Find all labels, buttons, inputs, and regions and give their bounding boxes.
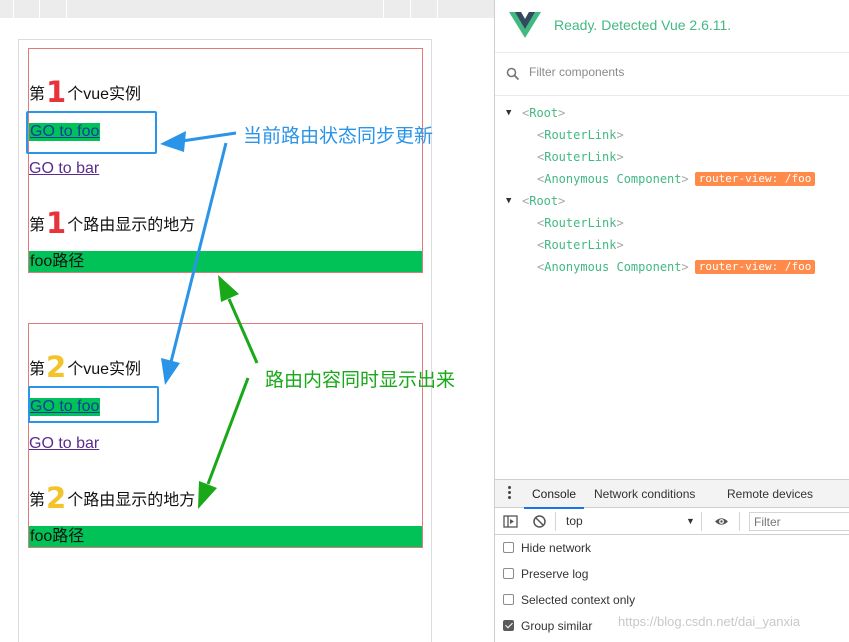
filter-components-input[interactable] (529, 65, 829, 79)
checkbox[interactable] (503, 568, 514, 579)
instance-heading: 第2个vue实例 (29, 350, 142, 384)
search-icon (506, 67, 520, 81)
option-preserve-log[interactable]: Preserve log (503, 564, 588, 584)
more-options-icon[interactable] (507, 486, 513, 502)
devtools-panel: Ready. Detected Vue 2.6.11. ▼ <Root> <Ro… (494, 0, 849, 642)
router-view-label: 第2个路由显示的地方 (29, 481, 196, 515)
checkbox[interactable] (503, 594, 514, 605)
expand-caret-icon[interactable]: ▼ (506, 190, 511, 212)
vue-instance-2: 第2个vue实例 GO to foo GO to bar 第2个路由显示的地方 … (28, 323, 423, 548)
show-sidebar-icon[interactable] (503, 514, 518, 529)
vue-logo-icon (509, 12, 541, 38)
vue-status-text: Ready. Detected Vue 2.6.11. (554, 17, 732, 33)
instance-number: 2 (46, 481, 67, 515)
watermark-text: https://blog.csdn.net/dai_yanxia (618, 614, 801, 629)
instance-heading: 第1个vue实例 (29, 75, 142, 109)
browser-top-strip (0, 0, 494, 18)
highlight-box-foo-link-1 (26, 111, 157, 154)
router-view-badge: router-view: /foo (694, 172, 816, 186)
tab-network-conditions[interactable]: Network conditions (594, 480, 695, 508)
console-filter-input[interactable] (749, 512, 849, 531)
tab-console[interactable]: Console (523, 480, 585, 509)
go-to-bar-link[interactable]: GO to bar (29, 160, 99, 178)
vue-devtools-header: Ready. Detected Vue 2.6.11. (495, 0, 849, 52)
tab-remote-devices[interactable]: Remote devices (727, 480, 813, 508)
chevron-down-icon[interactable]: ▼ (686, 516, 695, 526)
drawer-tab-bar: Console Network conditions Remote device… (495, 480, 849, 509)
instance-number: 1 (46, 75, 67, 109)
component-filter-bar (495, 52, 849, 96)
option-hide-network[interactable]: Hide network (503, 538, 591, 558)
execution-context-select[interactable]: top (566, 514, 583, 528)
instance-number: 1 (46, 206, 67, 240)
router-view-output: foo路径 (29, 251, 422, 272)
checkbox[interactable] (503, 542, 514, 553)
option-group-similar[interactable]: Group similar (503, 616, 592, 636)
eye-icon[interactable] (714, 514, 729, 529)
page-viewport: 第1个vue实例 GO to foo GO to bar 第1个路由显示的地方 … (0, 0, 494, 642)
highlight-box-foo-link-2 (28, 386, 159, 423)
console-toolbar: top ▼ (495, 508, 849, 535)
option-selected-context-only[interactable]: Selected context only (503, 590, 635, 610)
expand-caret-icon[interactable]: ▼ (506, 102, 511, 124)
annotation-sync-update: 当前路由状态同步更新 (243, 126, 434, 147)
vue-instance-1: 第1个vue实例 GO to foo GO to bar 第1个路由显示的地方 … (28, 48, 423, 273)
clear-console-icon[interactable] (532, 514, 547, 529)
instance-number: 2 (46, 350, 67, 384)
checkbox-checked[interactable] (503, 620, 514, 631)
go-to-bar-link[interactable]: GO to bar (29, 435, 99, 453)
router-view-output: foo路径 (29, 526, 422, 547)
annotation-content-shown: 路由内容同时显示出来 (265, 370, 456, 391)
router-view-badge: router-view: /foo (694, 260, 816, 274)
router-view-label: 第1个路由显示的地方 (29, 206, 196, 240)
